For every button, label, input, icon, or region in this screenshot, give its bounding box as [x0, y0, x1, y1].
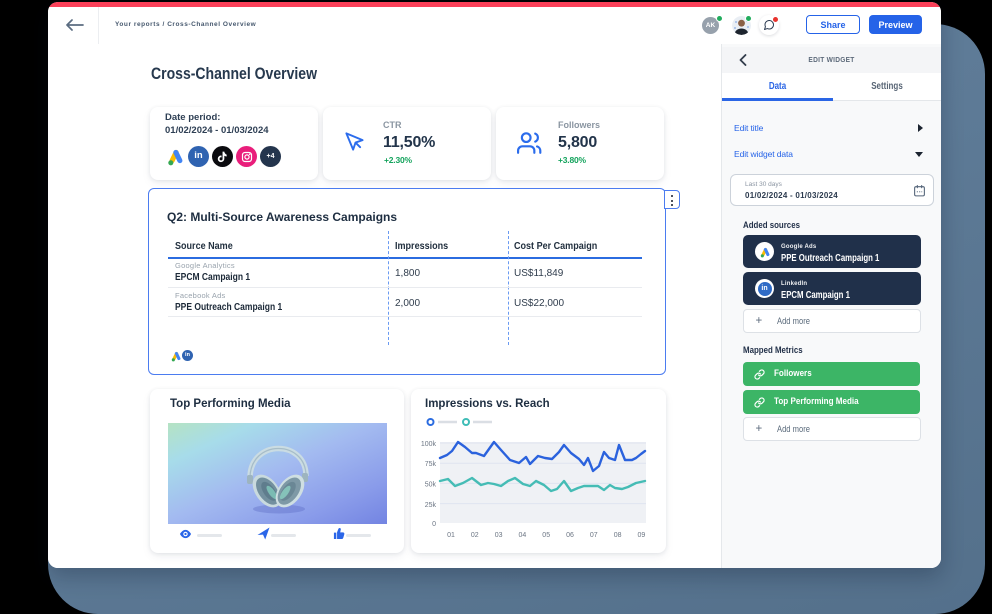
- svg-text:04: 04: [519, 532, 527, 539]
- svg-text:01: 01: [447, 532, 455, 539]
- svg-text:06: 06: [566, 532, 574, 539]
- svg-text:100k: 100k: [421, 441, 437, 448]
- svg-text:25k: 25k: [425, 502, 437, 509]
- svg-text:07: 07: [590, 532, 598, 539]
- svg-text:50k: 50k: [425, 482, 437, 489]
- svg-text:02: 02: [471, 532, 479, 539]
- svg-text:0: 0: [432, 521, 436, 528]
- svg-text:75k: 75k: [425, 461, 437, 468]
- svg-text:08: 08: [614, 532, 622, 539]
- svg-text:03: 03: [495, 532, 503, 539]
- svg-text:09: 09: [638, 532, 646, 539]
- svg-text:05: 05: [542, 532, 550, 539]
